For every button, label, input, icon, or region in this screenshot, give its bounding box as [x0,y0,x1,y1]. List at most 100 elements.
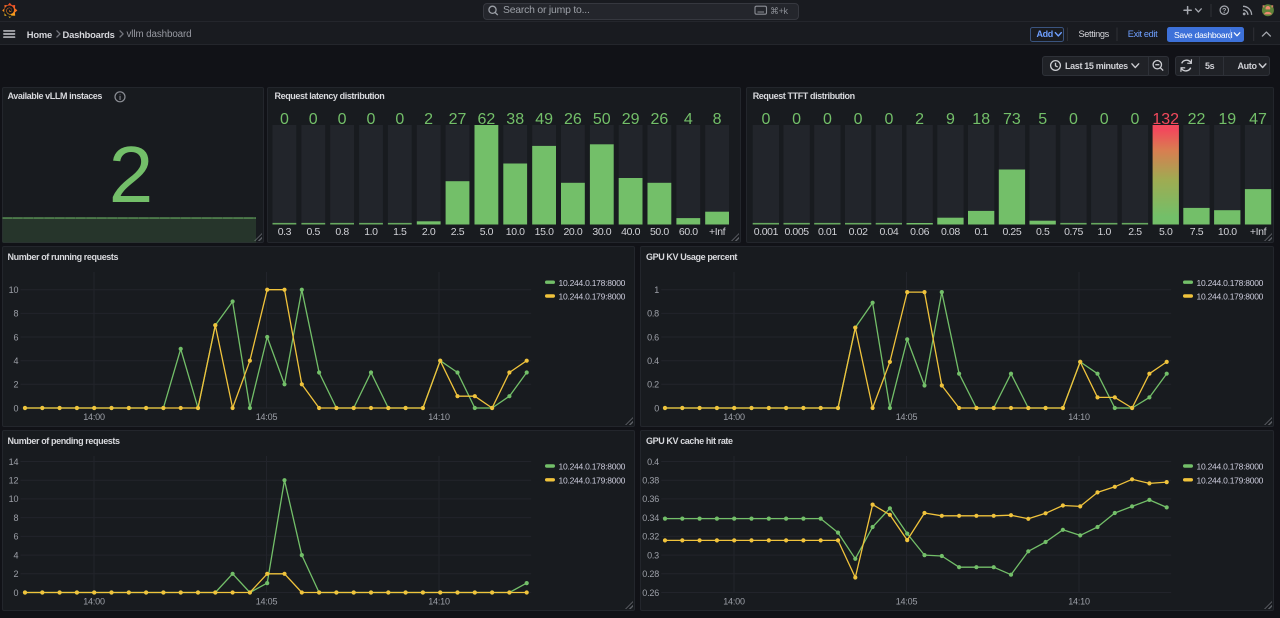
svg-text:10: 10 [9,285,19,295]
svg-text:14:10: 14:10 [1068,412,1090,422]
svg-text:73: 73 [1003,111,1021,128]
svg-text:0.04: 0.04 [879,226,898,238]
svg-text:0.25: 0.25 [1002,226,1021,238]
svg-text:0.6: 0.6 [647,332,659,342]
svg-text:0: 0 [1069,111,1078,128]
svg-text:10.0: 10.0 [506,226,525,238]
svg-text:62: 62 [478,111,496,128]
svg-text:0.8: 0.8 [647,309,659,319]
svg-text:14:10: 14:10 [1068,597,1090,607]
svg-text:5.0: 5.0 [1159,226,1173,238]
svg-text:0.8: 0.8 [335,226,349,238]
svg-text:10: 10 [9,494,19,504]
svg-text:14:00: 14:00 [83,412,105,422]
svg-text:5: 5 [1038,111,1047,128]
svg-text:1.5: 1.5 [393,226,407,238]
svg-text:0.34: 0.34 [642,513,659,523]
svg-text:4: 4 [13,550,18,560]
svg-text:0.5: 0.5 [1036,226,1050,238]
svg-text:10.244.0.178:8000: 10.244.0.178:8000 [1197,462,1264,472]
svg-text:0: 0 [884,111,893,128]
svg-text:1.0: 1.0 [1097,226,1111,238]
svg-text:27: 27 [449,111,467,128]
svg-text:30.0: 30.0 [592,226,611,238]
svg-text:132: 132 [1152,111,1179,128]
svg-text:10.244.0.179:8000: 10.244.0.179:8000 [1197,292,1264,302]
svg-text:0: 0 [654,403,659,413]
svg-text:0.02: 0.02 [849,226,868,238]
svg-text:6: 6 [13,532,18,542]
svg-text:0.3: 0.3 [278,226,292,238]
svg-text:14:05: 14:05 [896,412,918,422]
svg-text:0: 0 [13,403,18,413]
svg-text:14:00: 14:00 [723,597,745,607]
svg-text:26: 26 [651,111,669,128]
svg-text:+Inf: +Inf [709,226,726,238]
svg-text:60.0: 60.0 [679,226,698,238]
svg-text:0: 0 [761,111,770,128]
svg-text:0.3: 0.3 [647,550,659,560]
svg-text:14:05: 14:05 [896,597,918,607]
svg-text:1: 1 [654,285,659,295]
svg-text:10.244.0.179:8000: 10.244.0.179:8000 [559,292,626,302]
svg-text:0.005: 0.005 [784,226,809,238]
svg-text:50.0: 50.0 [650,226,669,238]
svg-text:20.0: 20.0 [563,226,582,238]
svg-text:4: 4 [13,356,18,366]
svg-text:22: 22 [1188,111,1206,128]
svg-text:38: 38 [506,111,524,128]
svg-text:29: 29 [622,111,640,128]
svg-text:5.0: 5.0 [480,226,494,238]
svg-text:0.26: 0.26 [642,588,659,598]
svg-text:6: 6 [13,332,18,342]
svg-text:0: 0 [366,111,375,128]
svg-text:0: 0 [1131,111,1140,128]
svg-text:2.5: 2.5 [451,226,465,238]
svg-text:+Inf: +Inf [1250,226,1267,238]
svg-text:0.36: 0.36 [642,494,659,504]
svg-text:40.0: 40.0 [621,226,640,238]
svg-text:0.08: 0.08 [941,226,960,238]
svg-text:10.244.0.178:8000: 10.244.0.178:8000 [559,278,626,288]
svg-text:0: 0 [309,111,318,128]
svg-text:0: 0 [395,111,404,128]
svg-text:2: 2 [915,111,924,128]
svg-text:0.32: 0.32 [642,532,659,542]
svg-text:0: 0 [823,111,832,128]
svg-text:18: 18 [972,111,990,128]
svg-text:4: 4 [684,111,693,128]
svg-text:0: 0 [280,111,289,128]
svg-text:0: 0 [792,111,801,128]
svg-text:10.244.0.179:8000: 10.244.0.179:8000 [1197,475,1264,485]
svg-text:2.5: 2.5 [1128,226,1142,238]
svg-text:0: 0 [854,111,863,128]
svg-text:0.4: 0.4 [647,457,659,467]
svg-text:14:00: 14:00 [83,597,105,607]
svg-text:8: 8 [13,309,18,319]
svg-text:1.0: 1.0 [364,226,378,238]
svg-text:0.4: 0.4 [647,356,659,366]
svg-text:2: 2 [424,111,433,128]
svg-text:0.2: 0.2 [647,380,659,390]
svg-text:7.5: 7.5 [1190,226,1204,238]
svg-text:0.06: 0.06 [910,226,929,238]
svg-text:14:05: 14:05 [256,412,278,422]
svg-text:8: 8 [713,111,722,128]
svg-text:0: 0 [13,588,18,598]
svg-text:12: 12 [9,476,19,486]
svg-text:0.01: 0.01 [818,226,837,238]
svg-text:14:10: 14:10 [428,597,450,607]
svg-text:i: i [119,93,121,102]
svg-text:0.28: 0.28 [642,569,659,579]
svg-text:?: ? [1222,8,1226,15]
svg-text:0.75: 0.75 [1064,226,1083,238]
svg-text:0.5: 0.5 [306,226,320,238]
svg-text:26: 26 [564,111,582,128]
svg-text:2.0: 2.0 [422,226,436,238]
svg-text:0: 0 [338,111,347,128]
svg-text:2: 2 [13,569,18,579]
svg-text:2: 2 [13,380,18,390]
svg-text:0.001: 0.001 [754,226,779,238]
svg-text:50: 50 [593,111,611,128]
svg-text:8: 8 [13,513,18,523]
